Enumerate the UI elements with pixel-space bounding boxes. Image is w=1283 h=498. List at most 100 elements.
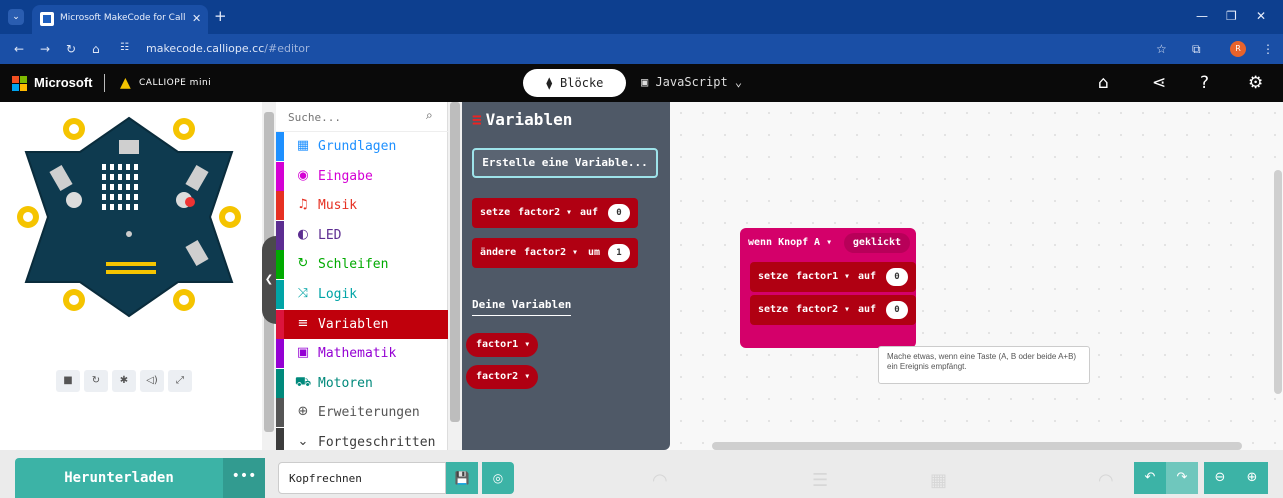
toolbox-category-grundlagen[interactable]: ▦ Grundlagen [276,132,448,161]
home-icon[interactable]: ⌂ [92,42,100,56]
browser-menu-icon[interactable]: ⋮ [1262,42,1274,56]
collapse-simulator-chevron-icon[interactable]: ❮ [262,236,276,324]
plus-icon: ⊕ [297,404,309,420]
debug-bug-icon[interactable]: ✱ [112,370,136,392]
js-icon: ▣ [641,75,656,89]
back-icon[interactable]: ← [14,42,24,56]
shuffle-icon: ⤨ [297,286,309,301]
stop-icon[interactable]: ■ [56,370,80,392]
profile-avatar[interactable]: R [1230,41,1246,57]
chevron-down-icon: ▾ [826,237,833,248]
chevron-down-icon: ▾ [524,371,531,382]
restore-icon[interactable]: ❐ [1226,9,1237,23]
github-icon[interactable]: ◎ [482,462,514,494]
save-icon[interactable]: 💾 [446,462,478,494]
bookmark-star-icon[interactable]: ☆ [1156,42,1167,56]
toolbox-category-variablen[interactable]: ≡ Variablen [276,309,448,339]
category-label: Motoren [318,375,373,391]
forward-icon[interactable]: → [40,42,50,56]
category-label: Logik [318,287,358,302]
block-toolbox: ⌕ ▦ Grundlagen ◉ Eingabe ♫ Musik ◐ LED ↻ Schleife… [276,102,448,457]
category-label: Schleifen [318,257,389,273]
scroll-thumb[interactable] [450,102,460,422]
grid-icon: ▦ [296,138,310,153]
category-label: Eingabe [318,168,373,184]
workspace-vertical-scrollbar[interactable] [1274,170,1282,394]
toolbox-category-musik[interactable]: ♫ Musik [276,191,448,221]
set-factor2-block[interactable]: setze factor2 ▾ auf 0 [750,295,916,325]
minimize-icon[interactable]: — [1196,9,1208,23]
reload-icon[interactable]: ↻ [66,42,76,56]
create-variable-button[interactable]: Erstelle eine Variable... [472,148,658,178]
toolbox-category-logik[interactable]: ⤨ Logik [276,280,448,309]
more-options-button[interactable]: ••• [223,458,265,498]
category-label: Fortgeschritten [318,435,436,450]
restart-icon[interactable]: ↻ [84,370,108,392]
extensions-icon[interactable]: ⧉ [1192,42,1201,57]
target-icon: ◉ [297,167,309,183]
site-info-icon[interactable]: ☷ [120,42,129,53]
project-name-input[interactable] [278,462,446,494]
home-icon[interactable]: ⌂ [1098,73,1109,93]
undo-icon[interactable]: ↶ [1134,462,1166,494]
calculator-icon: ▣ [296,345,310,361]
block-tooltip: Mache etwas, wenn eine Taste (A, B oder … [878,346,1090,384]
close-tab-icon[interactable]: ✕ [192,12,201,25]
toolbox-category-schleifen[interactable]: ↻ Schleifen [276,250,448,280]
search-input[interactable] [288,108,418,126]
settings-gear-icon[interactable]: ⚙ [1248,73,1263,93]
set-variable-block[interactable]: setze factor2 ▾ auf 0 [472,198,638,228]
help-icon[interactable]: ? [1200,73,1209,93]
download-button[interactable]: Herunterladen [15,458,223,498]
category-label: Grundlagen [318,139,397,154]
javascript-button[interactable]: ▣ JavaScript ⌄ [641,75,742,89]
header-divider [104,74,105,92]
chevron-down-icon: ⌄ [727,75,743,89]
blocks-button[interactable]: ⧫ Blöcke [523,69,626,97]
list-icon: ≡ [297,315,309,331]
chevron-icon: ⌄ [297,434,309,449]
toolbox-category-motoren[interactable]: ⛟ Motoren [276,368,448,398]
search-icon[interactable]: ⌕ [426,108,433,123]
button-dropdown[interactable]: A ▾ [814,237,832,248]
share-icon[interactable]: ⋖ [1152,73,1166,93]
calliope-board-simulator[interactable] [14,112,244,322]
microsoft-logo-icon [12,76,28,92]
mute-sound-icon[interactable]: ◁) [140,370,164,392]
list-icon: ≡ [472,110,482,129]
headphones-icon: ♫ [297,197,309,213]
category-label: Variablen [318,316,389,332]
variable-factor2[interactable]: factor2 ▾ [466,365,538,389]
variable-factor1[interactable]: factor1 ▾ [466,333,538,357]
close-window-icon[interactable]: ✕ [1256,9,1266,23]
toolbox-category-erweiterungen[interactable]: ⊕ Erweiterungen [276,398,448,428]
tab-search-icon[interactable]: ⌄ [8,9,24,25]
zoom-out-icon[interactable]: ⊖ [1204,462,1236,494]
value-field[interactable]: 0 [886,268,908,286]
toolbox-scrollbar[interactable] [448,102,462,450]
ghost-decoration-icon: ◠ [1098,470,1114,491]
calliope-logo-icon: ▲ [120,75,131,91]
workspace-horizontal-scrollbar[interactable] [712,442,1242,450]
url-field[interactable]: makecode.calliope.cc/#editor [146,42,310,55]
new-tab-icon[interactable]: + [214,7,227,25]
value-field[interactable]: 1 [608,244,630,262]
value-field[interactable]: 0 [608,204,630,222]
your-variables-label: Deine Variablen [472,298,572,316]
value-field[interactable]: 0 [886,301,908,319]
makecode-header: Microsoft ▲ CALLIOPE mini ⧫ Blöcke ▣ Jav… [0,64,1283,102]
browser-tab[interactable]: Microsoft MakeCode for Callio ✕ [32,5,208,34]
toolbox-category-eingabe[interactable]: ◉ Eingabe [276,161,448,191]
makecode-favicon-icon [40,12,54,26]
puzzle-icon: ⧫ [545,76,561,90]
redo-icon[interactable]: ↷ [1166,462,1198,494]
editor-footer: Herunterladen ••• 💾 ◎ ◠ ☰ ▦ ◠ ↶ ↷ ⊖ ⊕ [0,450,1283,498]
toolbox-category-mathematik[interactable]: ▣ Mathematik [276,339,448,369]
event-action-dropdown[interactable]: geklickt [844,233,910,253]
set-factor1-block[interactable]: setze factor1 ▾ auf 0 [750,262,916,292]
toolbox-category-led[interactable]: ◐ LED [276,220,448,250]
zoom-in-icon[interactable]: ⊕ [1236,462,1268,494]
change-variable-block[interactable]: ändere factor2 ▾ um 1 [472,238,638,268]
on-button-pressed-block[interactable]: wenn Knopf A ▾ geklickt setze factor1 ▾ … [740,228,916,348]
fullscreen-icon[interactable]: ⤢ [168,370,192,392]
